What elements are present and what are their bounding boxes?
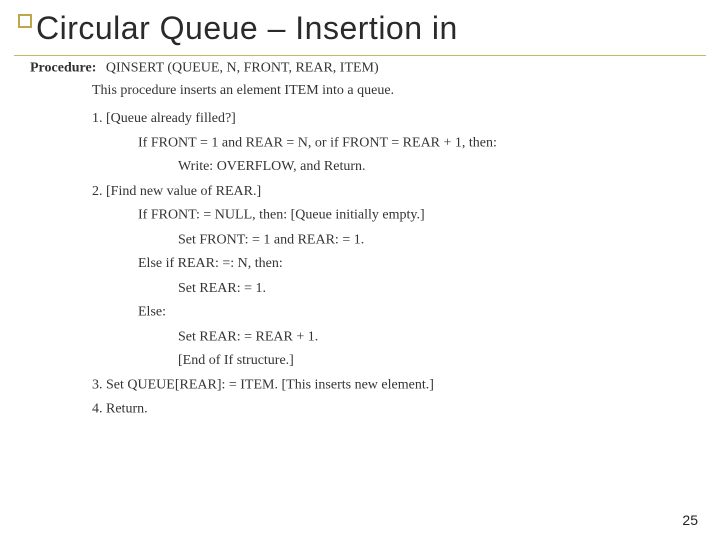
procedure-line: Procedure: QINSERT (QUEUE, N, FRONT, REA… xyxy=(30,60,690,77)
step-1-line: Write: OVERFLOW, and Return. xyxy=(178,159,690,176)
step-2-line: If FRONT: = NULL, then: [Queue initially… xyxy=(138,207,690,224)
step-4: 4. Return. xyxy=(92,401,690,418)
step-2-line: Set REAR: = REAR + 1. xyxy=(178,328,690,345)
step-1: 1. [Queue already filled?] xyxy=(92,110,690,127)
procedure-description: This procedure inserts an element ITEM i… xyxy=(92,82,690,99)
step-2-line: Set REAR: = 1. xyxy=(178,280,690,297)
step-heading: [Find new value of REAR.] xyxy=(106,184,261,198)
step-3: 3. Set QUEUE[REAR]: = ITEM. [This insert… xyxy=(92,377,690,394)
step-num: 3. xyxy=(92,378,103,392)
title-accent-box xyxy=(18,14,32,28)
step-heading: Return. xyxy=(106,402,148,416)
procedure-label: Procedure: xyxy=(30,61,96,75)
step-num: 4. xyxy=(92,402,103,416)
procedure-signature: QINSERT (QUEUE, N, FRONT, REAR, ITEM) xyxy=(106,61,379,75)
step-1-line: If FRONT = 1 and REAR = N, or if FRONT =… xyxy=(138,135,690,152)
step-heading: Set QUEUE[REAR]: = ITEM. [This inserts n… xyxy=(106,378,434,392)
page-number: 25 xyxy=(682,512,698,528)
step-2-line: Else if REAR: =: N, then: xyxy=(138,256,690,273)
title-underline xyxy=(14,55,706,56)
slide: Circular Queue – Insertion in Procedure:… xyxy=(0,0,720,540)
title-wrap: Circular Queue – Insertion in xyxy=(0,0,720,51)
step-num: 1. xyxy=(92,111,103,125)
step-2: 2. [Find new value of REAR.] xyxy=(92,183,690,200)
step-heading: [Queue already filled?] xyxy=(106,111,236,125)
step-2-line: Else: xyxy=(138,304,690,321)
page-title: Circular Queue – Insertion in xyxy=(36,10,706,47)
step-2-line: Set FRONT: = 1 and REAR: = 1. xyxy=(178,231,690,248)
step-2-line: [End of If structure.] xyxy=(178,353,690,370)
content-area: Procedure: QINSERT (QUEUE, N, FRONT, REA… xyxy=(30,60,690,425)
step-num: 2. xyxy=(92,184,103,198)
